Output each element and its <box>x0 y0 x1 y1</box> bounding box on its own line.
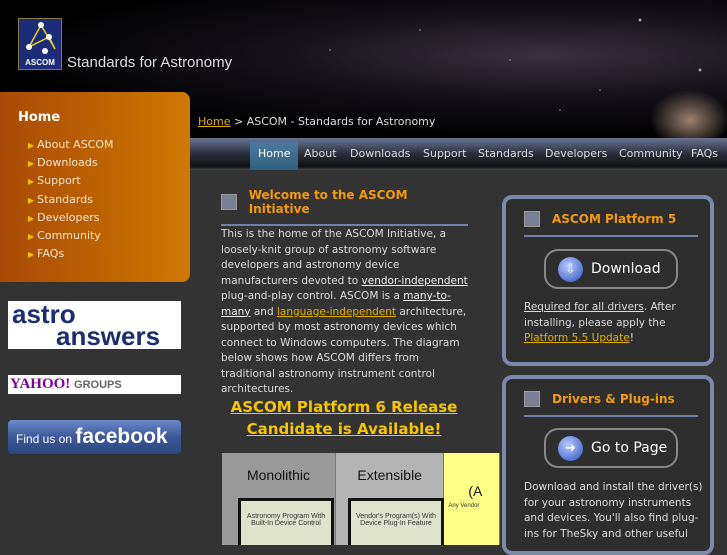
panel-box: Any Vendor <box>448 503 480 509</box>
panel-box: Vendor's Program(s) With Device Plug-In … <box>347 498 444 545</box>
nav-downloads[interactable]: Downloads <box>342 142 418 170</box>
drivers-heading: Drivers & Plug-ins <box>524 391 698 417</box>
constellation-icon <box>26 22 56 54</box>
astro-answers-banner[interactable]: astro answers <box>8 301 181 349</box>
arrow-bullet-icon: ▶ <box>28 250 35 260</box>
nav-developers[interactable]: Developers <box>537 142 615 170</box>
nav-community[interactable]: Community <box>611 142 691 170</box>
intro-paragraph: This is the home of the ASCOM Initiative… <box>221 228 468 395</box>
nav-faqs[interactable]: FAQs <box>683 142 726 170</box>
sidebar-item-standards[interactable]: ▶ Standards <box>28 193 114 211</box>
square-icon <box>221 194 237 210</box>
groups-text: GROUPS <box>74 379 122 391</box>
sidebar-item-label: Downloads <box>37 156 98 170</box>
architecture-diagram: Monolithic Astronomy Program With Built-I… <box>222 453 500 545</box>
sidebar-item-downloads[interactable]: ▶ Downloads <box>28 156 114 174</box>
sidebar-item-label: FAQs <box>37 247 65 261</box>
nav-home[interactable]: Home <box>250 142 299 170</box>
site-title: Standards for Astronomy <box>67 54 233 71</box>
facebook-banner[interactable]: Find us on facebook <box>8 420 181 454</box>
sidebar-item-faqs[interactable]: ▶ FAQs <box>28 247 114 265</box>
sidebar-item-label: Developers <box>37 210 100 224</box>
platform5-box: ASCOM Platform 5 ⇩ Download Required for … <box>502 195 714 366</box>
arrow-bullet-icon: ▶ <box>28 177 35 187</box>
sidebar-item-support[interactable]: ▶ Support <box>28 174 114 192</box>
sidebar-item-label: Community <box>37 228 101 242</box>
arrow-bullet-icon: ▶ <box>28 231 35 241</box>
ascom-logo[interactable]: ASCOM <box>18 18 62 70</box>
square-icon <box>524 211 540 227</box>
square-icon <box>524 391 540 407</box>
sidebar-item-label: Standards <box>37 192 93 206</box>
panel-title: Monolithic <box>246 467 310 483</box>
arrow-right-icon: ➜ <box>558 435 583 461</box>
arrow-bullet-icon: ▶ <box>28 141 35 150</box>
yahoo-groups-banner[interactable]: YAHOO! GROUPS <box>8 375 181 394</box>
button-label: Download <box>591 261 661 277</box>
arrow-bullet-icon: ▶ <box>28 195 35 205</box>
section-title: Welcome to the ASCOM Initiative <box>248 188 408 216</box>
platform5-text: Required for all drivers. After installi… <box>524 301 676 344</box>
go-to-page-button[interactable]: ➜ Go to Page <box>544 428 678 468</box>
facebook-logo: facebook <box>75 425 168 448</box>
nav-support[interactable]: Support <box>415 142 474 170</box>
section-title: ASCOM Platform 5 <box>552 212 677 226</box>
nav-about[interactable]: About <box>296 142 345 170</box>
sidebar-menu: Home ▶ About ASCOM ▶ Downloads ▶ Support ▶ S… <box>0 92 190 282</box>
platform5-heading: ASCOM Platform 5 <box>524 211 698 237</box>
panel-title: (A <box>468 483 483 499</box>
arrow-bullet-icon: ▶ <box>28 159 35 169</box>
panel-title: Extensible <box>357 467 422 483</box>
sidebar-title[interactable]: Home <box>18 110 60 125</box>
required-drivers-link[interactable]: Required for all drivers <box>524 301 644 313</box>
nav-standards[interactable]: Standards <box>470 142 542 170</box>
sidebar-item-label: About ASCOM <box>37 138 114 151</box>
section-title: Drivers & Plug-ins <box>552 392 675 406</box>
button-label: Go to Page <box>591 440 668 456</box>
language-independent-link[interactable]: language-independent <box>277 306 396 318</box>
banner-text: Find us on <box>16 432 73 446</box>
download-button[interactable]: ⇩ Download <box>544 249 678 289</box>
sidebar-item-label: Support <box>37 174 81 188</box>
platform55-update-link[interactable]: Platform 5.5 Update <box>524 332 630 344</box>
drivers-box: Drivers & Plug-ins ➜ Go to Page Download … <box>502 375 714 555</box>
sidebar-item-community[interactable]: ▶ Community <box>28 229 114 247</box>
logo-text: ASCOM <box>25 58 55 67</box>
sidebar-item-about[interactable]: ▶ About ASCOM <box>28 138 114 156</box>
panel-box: Astronomy Program With Built-In Device C… <box>238 498 334 545</box>
breadcrumb-separator: > <box>233 115 244 128</box>
platform6-announcement-link[interactable]: ASCOM Platform 6 Release Candidate is Av… <box>221 396 467 440</box>
download-arrow-icon: ⇩ <box>558 256 583 282</box>
welcome-heading: Welcome to the ASCOM Initiative <box>221 188 468 226</box>
breadcrumb: Home > ASCOM - Standards for Astronomy <box>198 115 435 128</box>
diagram-panel-monolithic: Monolithic Astronomy Program With Built-I… <box>222 453 336 545</box>
sidebar-item-developers[interactable]: ▶ Developers <box>28 211 114 229</box>
diagram-panel-ascom: (A Any Vendor <box>444 453 500 545</box>
vendor-independent-link[interactable]: vendor-independent <box>362 275 468 287</box>
breadcrumb-home-link[interactable]: Home <box>198 115 230 128</box>
diagram-panel-extensible: Extensible Vendor's Program(s) With Devic… <box>335 453 445 545</box>
drivers-text: Download and install the driver(s) for y… <box>524 481 703 540</box>
yahoo-logo: YAHOO! <box>10 376 71 392</box>
arrow-bullet-icon: ▶ <box>28 213 35 223</box>
breadcrumb-current: ASCOM - Standards for Astronomy <box>246 115 436 128</box>
